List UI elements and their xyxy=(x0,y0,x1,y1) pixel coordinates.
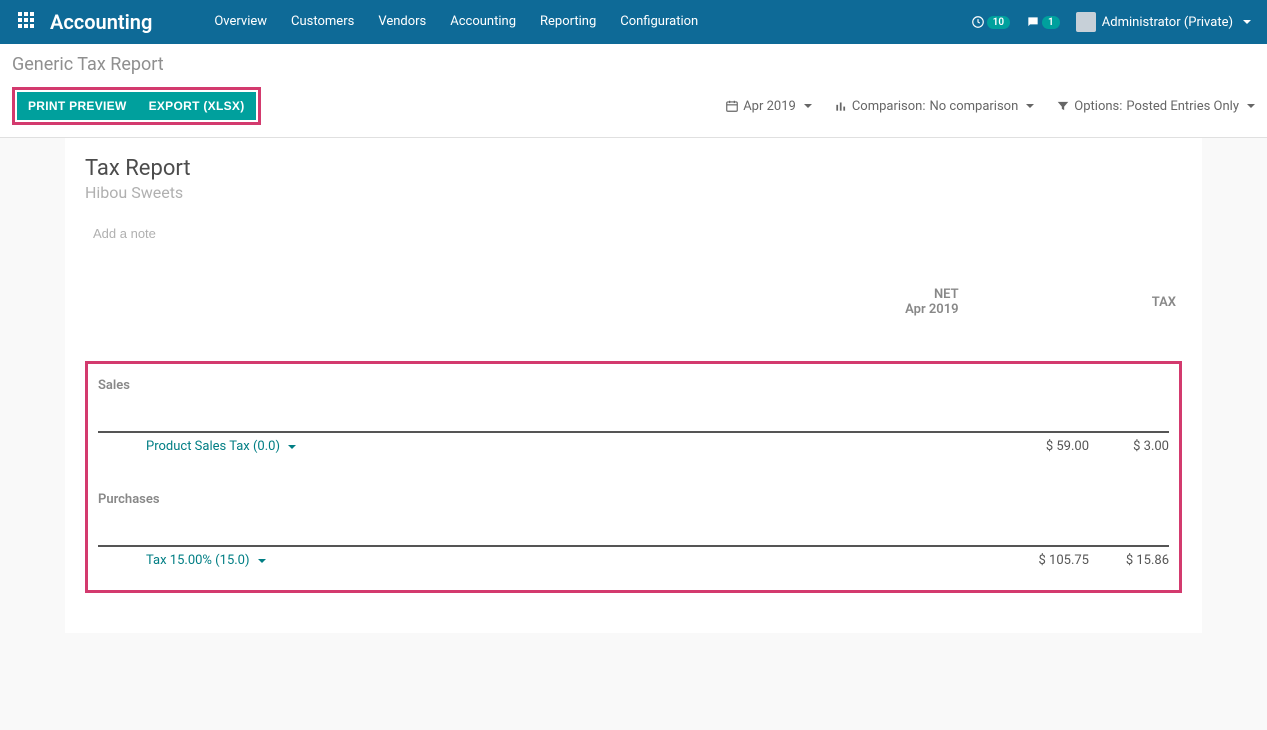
report-sheet: Tax Report Hibou Sweets NET Apr 2019 TAX… xyxy=(65,138,1202,633)
nav-accounting[interactable]: Accounting xyxy=(438,0,528,44)
chevron-down-icon xyxy=(1026,104,1034,108)
options-value: Posted Entries Only xyxy=(1126,99,1239,114)
chevron-down-icon xyxy=(1243,20,1251,24)
nav-configuration[interactable]: Configuration xyxy=(608,0,710,44)
comparison-value: No comparison xyxy=(930,99,1019,114)
comparison-label: Comparison: xyxy=(852,99,926,114)
company-name: Hibou Sweets xyxy=(85,183,1182,202)
sales-tax-net: $ 59.00 xyxy=(979,439,1089,454)
filter-bar: Apr 2019 Comparison: No comparison Optio… xyxy=(725,99,1255,114)
nav-overview[interactable]: Overview xyxy=(202,0,279,44)
nav-items: Overview Customers Vendors Accounting Re… xyxy=(202,0,710,44)
page-body: Tax Report Hibou Sweets NET Apr 2019 TAX… xyxy=(0,138,1267,633)
user-label: Administrator (Private) xyxy=(1102,15,1233,30)
section-sales-header: Sales xyxy=(98,372,1169,395)
main-navbar: Accounting Overview Customers Vendors Ac… xyxy=(0,0,1267,44)
period-filter[interactable]: Apr 2019 xyxy=(725,99,812,114)
sales-tax-label-text: Product Sales Tax (0.0) xyxy=(146,439,280,454)
comparison-filter[interactable]: Comparison: No comparison xyxy=(834,99,1034,114)
purchases-tax-tax: $ 15.86 xyxy=(1089,553,1169,568)
apps-icon[interactable] xyxy=(8,12,44,32)
breadcrumb: Generic Tax Report xyxy=(12,54,1255,75)
highlight-data: Sales Product Sales Tax (0.0) $ 59.00 $ … xyxy=(85,361,1182,593)
column-tax: TAX xyxy=(963,279,1182,325)
note-input[interactable] xyxy=(85,216,1182,251)
nav-vendors[interactable]: Vendors xyxy=(366,0,438,44)
user-menu[interactable]: Administrator (Private) xyxy=(1076,12,1251,32)
purchases-tax-row: Tax 15.00% (15.0) $ 105.75 $ 15.86 xyxy=(98,547,1169,574)
print-preview-button[interactable]: PRINT PREVIEW xyxy=(17,92,138,120)
chevron-down-icon xyxy=(804,104,812,108)
purchases-tax-label[interactable]: Tax 15.00% (15.0) xyxy=(98,553,266,568)
chevron-down-icon xyxy=(288,445,296,449)
control-panel: Generic Tax Report PRINT PREVIEW EXPORT … xyxy=(0,44,1267,138)
highlight-buttons: PRINT PREVIEW EXPORT (XLSX) xyxy=(12,87,261,125)
app-brand[interactable]: Accounting xyxy=(44,10,162,34)
sales-tax-tax: $ 3.00 xyxy=(1089,439,1169,454)
period-value: Apr 2019 xyxy=(743,99,796,114)
navbar-right: 10 1 Administrator (Private) xyxy=(971,12,1259,32)
column-net: NET Apr 2019 xyxy=(743,279,962,325)
sales-tax-label[interactable]: Product Sales Tax (0.0) xyxy=(98,439,296,454)
export-xlsx-button[interactable]: EXPORT (XLSX) xyxy=(138,92,256,120)
nav-reporting[interactable]: Reporting xyxy=(528,0,608,44)
purchases-tax-net: $ 105.75 xyxy=(979,553,1089,568)
header-net: NET xyxy=(934,287,959,302)
header-net-period: Apr 2019 xyxy=(747,302,958,317)
report-title: Tax Report xyxy=(85,156,1182,181)
messages-indicator[interactable]: 1 xyxy=(1026,15,1060,29)
nav-customers[interactable]: Customers xyxy=(279,0,366,44)
purchases-tax-label-text: Tax 15.00% (15.0) xyxy=(146,553,250,568)
options-label: Options: xyxy=(1074,99,1122,114)
sales-tax-row: Product Sales Tax (0.0) $ 59.00 $ 3.00 xyxy=(98,433,1169,460)
activity-indicator[interactable]: 10 xyxy=(971,15,1010,29)
chevron-down-icon xyxy=(258,559,266,563)
chevron-down-icon xyxy=(1247,104,1255,108)
options-filter[interactable]: Options: Posted Entries Only xyxy=(1056,99,1255,114)
section-purchases-header: Purchases xyxy=(98,486,1169,509)
activity-badge: 10 xyxy=(987,16,1010,29)
messages-badge: 1 xyxy=(1042,16,1060,29)
avatar xyxy=(1076,12,1096,32)
report-header-table: NET Apr 2019 TAX xyxy=(85,279,1182,325)
